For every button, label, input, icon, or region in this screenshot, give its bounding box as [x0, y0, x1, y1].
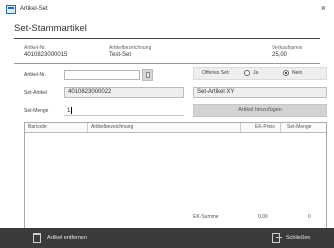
- set-menge-input[interactable]: 1: [64, 107, 184, 116]
- radio-ja[interactable]: [244, 70, 250, 76]
- close-button[interactable]: Schließen: [272, 228, 310, 248]
- artikel-nr-field-label: Artikel-Nr.: [24, 72, 46, 78]
- offenes-set-label: Offenes Set:: [202, 70, 230, 76]
- table-header: Barcode Artikelbezeichnung EK-Preis Set-…: [25, 123, 326, 133]
- lookup-button[interactable]: [142, 69, 153, 81]
- trash-icon: [33, 233, 41, 243]
- col-set-menge[interactable]: Set-Menge: [287, 124, 311, 130]
- radio-nein[interactable]: [283, 70, 289, 76]
- col-ek-preis[interactable]: EK-Preis: [255, 124, 275, 130]
- radio-ja-label: Ja: [253, 70, 259, 76]
- remove-article-label: Artikel entfernen: [47, 235, 88, 241]
- window-title: Artikel-Set: [20, 6, 48, 12]
- app-icon: [6, 4, 16, 14]
- close-icon[interactable]: ×: [321, 3, 326, 13]
- artikel-nr-value: 4010823000015: [24, 52, 68, 58]
- menge-summe-value: 0: [308, 214, 311, 220]
- col-separator: [240, 123, 241, 132]
- footer-bar: Artikel entfernen Schließen: [0, 228, 334, 248]
- col-separator: [280, 123, 281, 132]
- vk-label: Verkaufspreis: [272, 45, 303, 51]
- bezeichnung-value: Test-Set: [109, 52, 132, 58]
- ek-summe-label: EK-Summe: [193, 214, 219, 220]
- text-caret: [71, 107, 73, 114]
- radio-nein-label: Nein: [292, 70, 303, 76]
- remove-article-button[interactable]: Artikel entfernen: [33, 228, 87, 248]
- vk-value: 25,00: [272, 52, 288, 58]
- add-article-button[interactable]: Artikel hinzufügen: [193, 104, 327, 117]
- artikel-nr-label: Artikel-Nr.: [24, 45, 46, 51]
- ek-summe-value: 0,00: [258, 214, 268, 220]
- set-artikel-label: Set-Artikel: [24, 90, 48, 96]
- section-divider: [14, 63, 320, 64]
- header-divider: [14, 38, 320, 39]
- col-separator: [87, 123, 88, 132]
- set-menge-value: 1: [67, 108, 71, 115]
- col-barcode[interactable]: Barcode: [28, 124, 47, 130]
- title-bar: Artikel-Set ×: [0, 0, 334, 18]
- bezeichnung-label: Artikelbezeichnung: [109, 45, 152, 51]
- page-title: Set-Stammartikel: [14, 23, 87, 34]
- close-label: Schließen: [286, 235, 311, 241]
- artikel-nr-input[interactable]: [64, 70, 140, 80]
- col-bezeichnung[interactable]: Artikelbezeichnung: [91, 124, 133, 130]
- set-menge-label: Set-Menge: [24, 108, 49, 114]
- set-table[interactable]: Barcode Artikelbezeichnung EK-Preis Set-…: [24, 122, 327, 239]
- set-artikel-name-field: Set-Artikel XY: [193, 87, 327, 98]
- exit-icon: [272, 233, 282, 243]
- set-artikel-nr-field: 4010823000022: [64, 87, 184, 98]
